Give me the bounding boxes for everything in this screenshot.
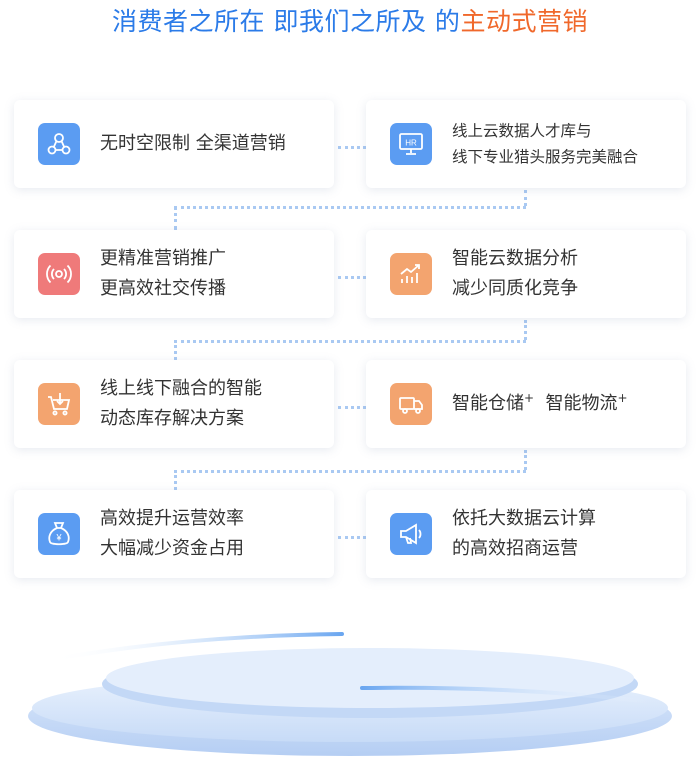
page-title: 消费者之所在 即我们之所及 的主动式营销 [0,4,700,40]
platform-upper-top [106,648,634,708]
feature-line-1: 高效提升运营效率 [100,508,244,529]
feature-text: 线上云数据人才库与 线下专业猎头服务完美融合 [452,118,638,170]
feature-card-talent: HR 线上云数据人才库与 线下专业猎头服务完美融合 [366,100,686,188]
feature-text: 无时空限制 全渠道营销 [100,129,286,159]
feature-line-2: 的高效招商运营 [452,538,578,559]
title-tail: 营销 [536,7,588,36]
feature-line-2: 减少同质化竞争 [452,278,578,299]
light-ray-right [360,685,652,704]
connector-row-1 [338,146,366,149]
light-ray-left [48,632,344,662]
feature-line-2: 更高效社交传播 [100,278,226,299]
network-icon [38,123,80,165]
feature-card-omnichannel: 无时空限制 全渠道营销 [14,100,334,188]
feature-text: 更精准营销推广 更高效社交传播 [100,244,226,304]
feature-card-efficiency: ¥ 高效提升运营效率 大幅减少资金占用 [14,490,334,578]
feature-text: 智能仓储+ 智能物流+ [452,389,628,419]
connector-down-2b [174,340,177,360]
connector-down-3b [174,470,177,490]
feature-text: 依托大数据云计算 的高效招商运营 [452,504,596,564]
hr-monitor-icon: HR [390,123,432,165]
feature-part-warehousing: 智能仓储 [452,393,524,414]
connector-row-4 [338,536,366,539]
connector-row-3 [338,406,366,409]
broadcast-icon [38,253,80,295]
connector-across-1 [174,206,526,209]
connector-across-2 [174,340,526,343]
plus-mark: + [524,391,535,405]
feature-card-data-analysis: 智能云数据分析 减少同质化竞争 [366,230,686,318]
platform-upper [102,650,638,718]
connector-down-3 [524,450,527,470]
connector-across-3 [174,470,526,473]
hr-label: HR [405,139,417,148]
feature-line-1: 线上云数据人才库与 [452,122,592,140]
feature-line-1: 依托大数据云计算 [452,508,596,529]
connector-down-2 [524,320,527,340]
feature-card-inventory: 线上线下融合的智能 动态库存解决方案 [14,360,334,448]
feature-card-logistics: 智能仓储+ 智能物流+ [366,360,686,448]
connector-down-1 [524,190,527,206]
shopping-cart-icon [38,383,80,425]
money-bag-icon: ¥ [38,513,80,555]
platform-base-top [32,674,668,742]
feature-line-1: 无时空限制 全渠道营销 [100,133,286,154]
feature-part-logistics: 智能物流 [545,393,618,414]
yen-label: ¥ [55,533,62,543]
megaphone-icon [390,513,432,555]
title-accent: 主动式 [460,7,537,36]
feature-line-1: 智能云数据分析 [452,248,578,269]
feature-card-precision-marketing: 更精准营销推广 更高效社交传播 [14,230,334,318]
delivery-truck-icon [390,383,432,425]
growth-chart-icon [390,253,432,295]
feature-line-2: 大幅减少资金占用 [100,538,244,559]
connector-down-1b [174,206,177,230]
feature-text: 智能云数据分析 减少同质化竞争 [452,244,578,304]
title-main: 消费者之所在 即我们之所及 的 [112,7,461,36]
platform-base [28,676,672,756]
plus-mark: + [617,391,628,405]
feature-line-2: 动态库存解决方案 [100,408,244,429]
feature-line-1: 更精准营销推广 [100,248,226,269]
feature-line-1: 线上线下融合的智能 [100,378,262,399]
connector-row-2 [338,276,366,279]
feature-text: 线上线下融合的智能 动态库存解决方案 [100,374,262,434]
feature-line-2: 线下专业猎头服务完美融合 [452,148,639,166]
feature-card-investment: 依托大数据云计算 的高效招商运营 [366,490,686,578]
feature-text: 高效提升运营效率 大幅减少资金占用 [100,504,244,564]
